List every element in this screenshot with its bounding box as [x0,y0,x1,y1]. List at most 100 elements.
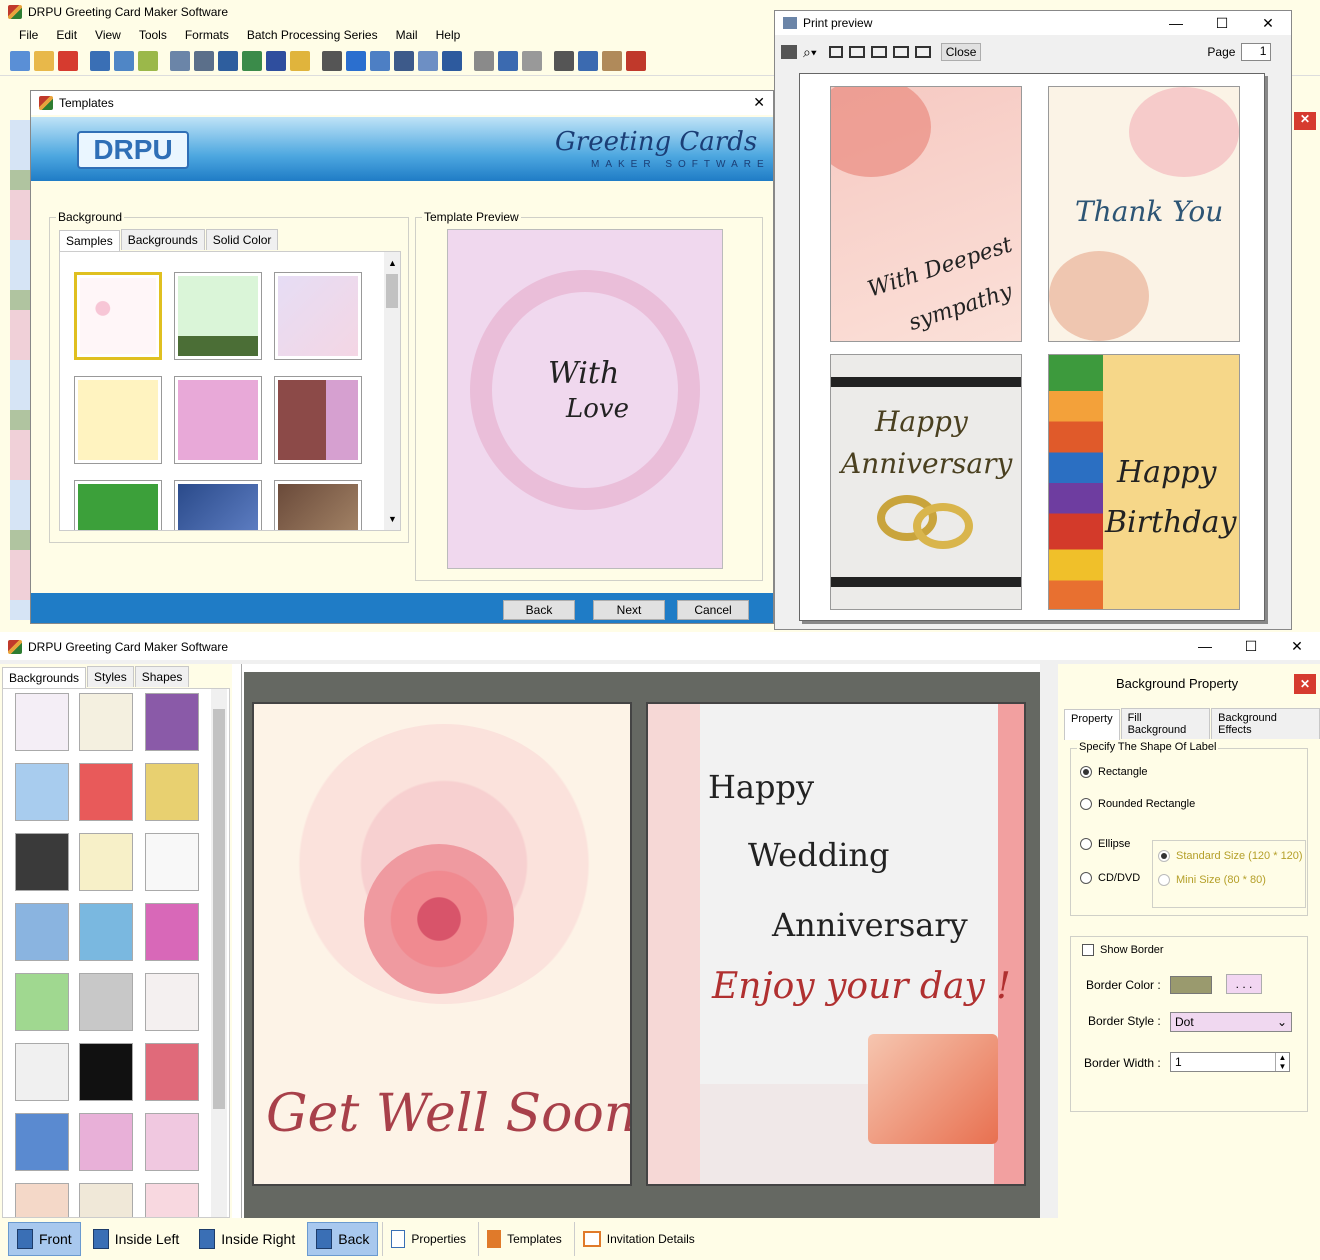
close-window-icon[interactable]: ✕ [1245,11,1291,35]
radio-ellipse-dot[interactable] [1080,838,1092,851]
radio-rectangle[interactable]: Rectangle [1080,766,1148,779]
invitation-details-button[interactable]: Invitation Details [573,1222,703,1256]
sample-thumb[interactable] [274,376,362,464]
menu-batch[interactable]: Batch Processing Series [238,28,387,42]
bg-thumb[interactable] [15,903,69,961]
border-style-select[interactable]: Dot ⌄ [1170,1012,1292,1032]
print-close-button[interactable]: Close [940,43,982,61]
radio-cddvd[interactable]: CD/DVD [1080,872,1140,885]
bg-thumb[interactable] [15,763,69,821]
bg-thumb[interactable] [15,1113,69,1171]
email-icon[interactable] [218,50,238,71]
one-page-icon[interactable] [828,46,843,58]
radio-rectangle-dot[interactable] [1080,766,1092,779]
sample-thumb[interactable] [174,272,262,360]
save-icon[interactable] [90,50,110,71]
line-icon[interactable] [442,50,462,71]
signature-icon[interactable] [394,50,414,71]
sample-thumb[interactable] [74,376,162,464]
menu-view[interactable]: View [86,28,130,42]
copy-icon[interactable] [578,50,598,71]
print-icon[interactable] [194,50,214,71]
pen-icon[interactable] [266,50,286,71]
text-icon[interactable] [346,50,366,71]
menu-formats[interactable]: Formats [176,28,238,42]
tab-styles[interactable]: Styles [87,666,134,687]
image-icon[interactable] [242,50,262,71]
bg-thumb[interactable] [145,1113,199,1171]
print-icon[interactable] [781,45,797,59]
bg-thumb[interactable] [79,973,133,1031]
open-icon[interactable] [34,50,54,71]
new-icon[interactable] [10,50,30,71]
editor-maximize-icon[interactable]: ☐ [1228,634,1274,658]
bg-thumb[interactable] [79,693,133,751]
editor-close-icon[interactable]: ✕ [1274,634,1320,658]
tab-solid-color[interactable]: Solid Color [205,229,279,250]
tab-fill-background[interactable]: Fill Background [1120,708,1211,739]
bg-thumb[interactable] [145,693,199,751]
redo-icon[interactable] [522,50,542,71]
inside-right-button[interactable]: Inside Right [191,1222,303,1256]
back-side-button[interactable]: Back [307,1222,379,1256]
save-as-icon[interactable] [114,50,134,71]
print-settings-icon[interactable] [170,50,190,71]
bg-thumb[interactable] [79,1043,133,1101]
bg-thumb[interactable] [145,973,199,1031]
bg-thumb[interactable] [15,833,69,891]
cut-icon[interactable] [554,50,574,71]
properties-button[interactable]: Properties [382,1222,474,1256]
cancel-button[interactable]: Cancel [677,600,749,620]
right-close-icon[interactable]: ✕ [1294,112,1316,130]
templates-button[interactable]: Templates [478,1222,570,1256]
delete-icon[interactable] [626,50,646,71]
close-file-icon[interactable] [58,50,78,71]
tab-shapes[interactable]: Shapes [134,666,190,687]
bg-property-close-icon[interactable]: ✕ [1294,674,1316,694]
menu-help[interactable]: Help [427,28,470,42]
checkbox-box[interactable] [1082,944,1094,957]
card-inside[interactable]: Happy Wedding Anniversary Enjoy your day… [646,702,1026,1186]
show-border-checkbox[interactable]: Show Border [1082,944,1164,957]
tab-backgrounds[interactable]: Backgrounds [120,229,205,250]
bg-thumb[interactable] [145,1183,199,1217]
radio-rounded-dot[interactable] [1080,798,1092,811]
canvas-scrollbar[interactable] [1040,664,1056,1218]
mail-icon[interactable] [418,50,438,71]
four-pages-icon[interactable] [892,46,909,58]
menu-tools[interactable]: Tools [130,28,176,42]
bg-thumb[interactable] [79,833,133,891]
sample-thumb[interactable] [174,480,262,530]
picture-icon[interactable] [290,50,310,71]
bg-thumb[interactable] [79,903,133,961]
bg-thumb[interactable] [79,1113,133,1171]
tab-samples[interactable]: Samples [59,230,120,251]
inside-left-button[interactable]: Inside Left [85,1222,188,1256]
bg-thumb[interactable] [15,693,69,751]
menu-file[interactable]: File [10,28,47,42]
front-button[interactable]: Front [8,1222,81,1256]
bg-thumb[interactable] [15,1043,69,1101]
sample-thumb[interactable] [274,272,362,360]
sample-thumb[interactable] [74,480,162,530]
samples-scrollbar[interactable]: ▲ ▼ [384,252,400,530]
maximize-icon[interactable]: ☐ [1199,11,1245,35]
export-icon[interactable] [138,50,158,71]
back-button[interactable]: Back [503,600,575,620]
paste-icon[interactable] [602,50,622,71]
sample-thumb[interactable] [74,272,162,360]
border-color-button[interactable]: . . . [1226,974,1262,994]
chevron-down-icon[interactable]: ⌄ [1277,1013,1287,1031]
bg-scrollbar[interactable] [211,689,227,1217]
two-pages-icon[interactable] [848,46,865,58]
six-pages-icon[interactable] [914,46,931,58]
radio-rounded[interactable]: Rounded Rectangle [1080,798,1195,811]
stepper-arrows-icon[interactable]: ▲ ▼ [1275,1053,1289,1071]
tab-background-effects[interactable]: Background Effects [1211,708,1320,739]
bg-thumb[interactable] [145,763,199,821]
sample-thumb[interactable] [274,480,362,530]
menu-mail[interactable]: Mail [387,28,427,42]
menu-edit[interactable]: Edit [47,28,86,42]
tab-property[interactable]: Property [1064,709,1120,740]
editor-minimize-icon[interactable]: — [1182,634,1228,658]
